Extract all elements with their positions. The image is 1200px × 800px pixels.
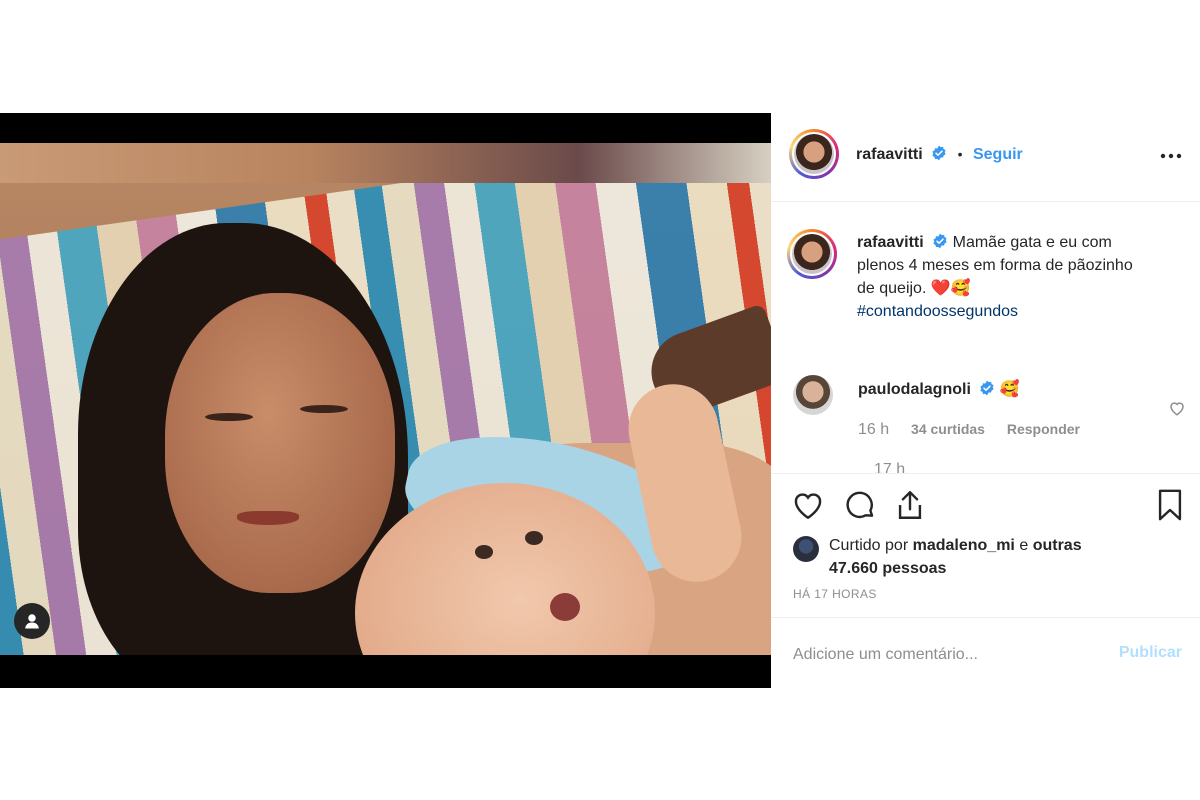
post-side-panel: rafaavitti • Seguir rafaavitti Mamãe gat…: [771, 113, 1200, 688]
comment-meta: 16 h 34 curtidas Responder: [858, 421, 1098, 439]
mother-eye-left: [205, 413, 253, 421]
baby-eye-right: [525, 531, 543, 545]
bookmark-icon[interactable]: [1153, 488, 1187, 522]
comment-like-heart-icon[interactable]: [1168, 399, 1186, 417]
author-avatar-image: [794, 134, 834, 174]
liker-avatar[interactable]: [793, 536, 819, 562]
more-options-icon[interactable]: [1158, 143, 1184, 169]
comment-text: 🥰: [999, 381, 1020, 398]
author-username[interactable]: rafaavitti: [856, 146, 923, 163]
comment-bubble-icon[interactable]: [843, 488, 877, 522]
commenter-username[interactable]: paulodalagnoli: [858, 381, 971, 398]
share-icon[interactable]: [893, 488, 927, 522]
mother-mouth: [237, 511, 299, 525]
comment-line: paulodalagnoli 🥰: [858, 379, 1020, 399]
mother-eye-right: [300, 405, 348, 413]
instagram-post: rafaavitti • Seguir rafaavitti Mamãe gat…: [0, 113, 1200, 688]
caption-body: rafaavitti Mamãe gata e eu com plenos 4 …: [857, 231, 1147, 323]
likes-connector: e: [1019, 537, 1029, 554]
likes-text: Curtido por madaleno_mi e outras 47.660 …: [829, 534, 1089, 580]
tagged-users-button[interactable]: [14, 603, 50, 639]
caption-author-avatar[interactable]: [787, 229, 837, 279]
post-header: rafaavitti • Seguir: [771, 113, 1200, 202]
comment-time: 16 h: [858, 421, 890, 438]
reply-button[interactable]: Responder: [1007, 421, 1080, 437]
comment-input[interactable]: [791, 640, 1095, 670]
like-heart-icon[interactable]: [791, 488, 825, 522]
separator-dot: •: [957, 146, 963, 162]
caption-hashtag[interactable]: #contandoossegundos: [857, 303, 1018, 320]
commenter-avatar[interactable]: [793, 375, 833, 415]
verified-badge-icon: [933, 233, 947, 249]
author-avatar[interactable]: [789, 129, 839, 179]
post-actions: Curtido por madaleno_mi e outras 47.660 …: [771, 473, 1200, 577]
publish-button[interactable]: Publicar: [1119, 644, 1182, 662]
baby-eye-left: [475, 545, 493, 559]
caption-username[interactable]: rafaavitti: [857, 234, 924, 251]
post-media[interactable]: [0, 113, 771, 688]
post-photo: [0, 143, 771, 655]
baby-mouth: [550, 593, 580, 621]
post-time-ago[interactable]: HÁ 17 HORAS: [793, 587, 877, 601]
mother-face: [165, 293, 395, 593]
comment-likes[interactable]: 34 curtidas: [911, 421, 985, 437]
verified-badge-icon: [932, 145, 946, 161]
follow-button[interactable]: Seguir: [973, 146, 1023, 163]
add-comment-bar: Publicar: [771, 617, 1200, 689]
photo-top-band: [0, 143, 771, 183]
caption-avatar-image: [792, 234, 832, 274]
user-icon: [25, 614, 39, 629]
first-liker-username[interactable]: madaleno_mi: [913, 537, 1015, 554]
likes-prefix: Curtido por: [829, 537, 909, 554]
header-author-line: rafaavitti • Seguir: [856, 145, 1023, 164]
verified-badge-icon: [980, 380, 994, 396]
comment-item: paulodalagnoli 🥰 16 h 34 curtidas Respon…: [793, 375, 1193, 445]
